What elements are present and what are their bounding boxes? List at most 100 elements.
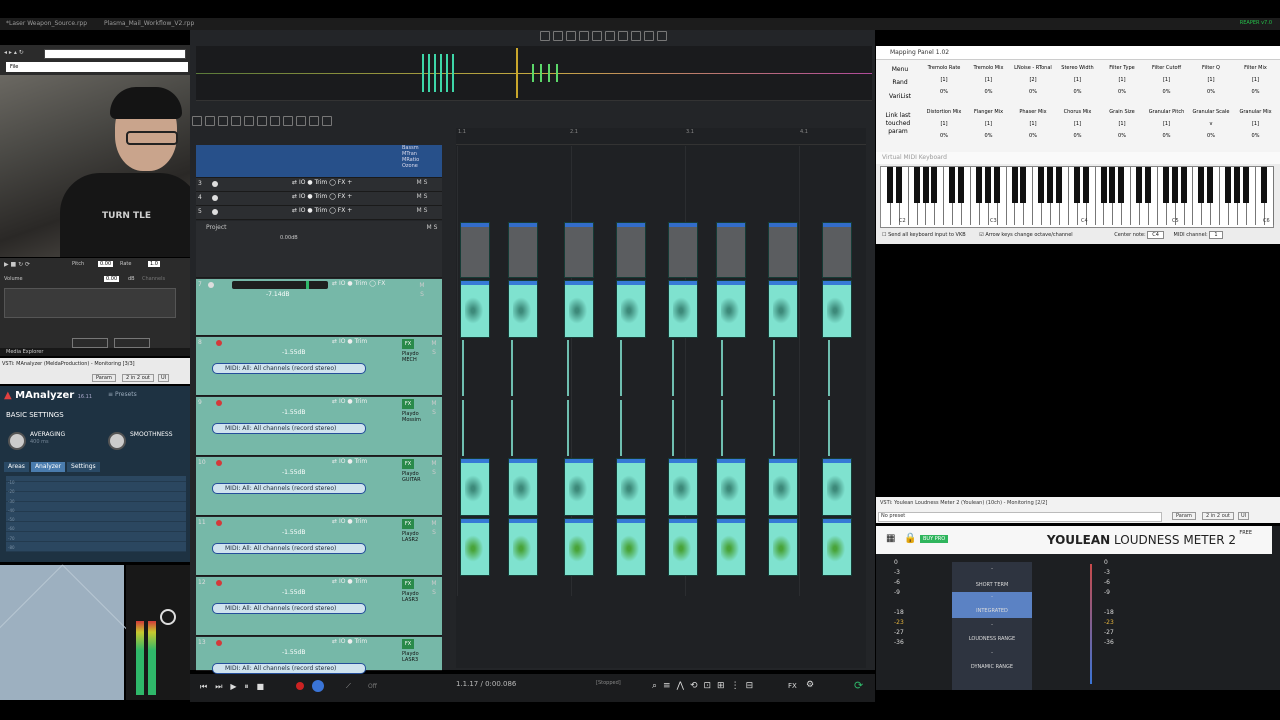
tab-settings[interactable]: Settings [67, 462, 100, 472]
mapping-param[interactable]: Tremolo Mix [1] 0% [967, 62, 1011, 98]
mute-solo[interactable]: M S [416, 192, 428, 201]
tab-analyzer[interactable]: Analyzer [30, 462, 66, 472]
track-folder[interactable]: Bassm MTran MRatio Ozone [196, 145, 442, 178]
youlean-param-button[interactable]: Param [1172, 512, 1196, 520]
youlean-io-button[interactable]: 2 in 2 out [1202, 512, 1234, 520]
track-9[interactable]: 9 -1.55dB ⇄ IO ● Trim MIDI: All: All cha… [196, 397, 442, 456]
mapping-param[interactable]: Flanger Mix [1] 0% [967, 106, 1011, 142]
media-item[interactable] [567, 340, 569, 396]
automation-icon[interactable]: ⟋ [346, 682, 351, 691]
overview-strip[interactable] [196, 46, 872, 101]
media-item[interactable] [822, 458, 852, 516]
track-8[interactable]: 8 -1.55dB ⇄ IO ● Trim MIDI: All: All cha… [196, 337, 442, 396]
averaging-knob[interactable] [8, 432, 26, 450]
fx-button[interactable]: FX [402, 639, 414, 649]
media-item[interactable] [720, 400, 723, 456]
pitch-input[interactable]: 0.00 [98, 261, 114, 267]
waveform-preview[interactable] [4, 288, 176, 318]
media-item[interactable] [619, 400, 622, 456]
midi-input-select[interactable]: MIDI: All: All channels (record stereo) [212, 543, 366, 554]
track-buttons[interactable]: ⇄ IO ● Trim ◯ FX + [292, 193, 352, 200]
track-buttons[interactable]: ⇄ IO ● Trim [332, 338, 367, 345]
volume-input[interactable]: 0.00 [104, 276, 120, 282]
mapping-param[interactable]: Filter Mix [1] 0% [1234, 62, 1278, 98]
tab-areas[interactable]: Areas [4, 462, 29, 472]
youlean-ui-button[interactable]: UI [1238, 512, 1250, 520]
tcp-tool-2-icon[interactable] [205, 116, 215, 126]
refresh-icon[interactable]: ⟳ [854, 679, 863, 692]
mapping-param[interactable]: Filter Q [1] 0% [1189, 62, 1233, 98]
media-item[interactable] [460, 222, 490, 278]
timeline-ruler[interactable]: 1.1 2.1 3.1 4.1 [456, 128, 866, 145]
mute-solo[interactable]: MS [428, 459, 440, 477]
track-12[interactable]: 12 -1.55dB ⇄ IO ● Trim MIDI: All: All ch… [196, 577, 442, 636]
settings-icon[interactable] [566, 31, 576, 41]
mute-solo[interactable]: MS [416, 281, 428, 299]
mapping-param[interactable]: Filter Type [1] 0% [1100, 62, 1144, 98]
mapping-param[interactable]: Distortion Mix [1] 0% [922, 106, 966, 142]
fx-button[interactable]: FX [402, 399, 414, 409]
media-item[interactable] [460, 280, 490, 338]
media-item[interactable] [827, 340, 830, 396]
piano-keys[interactable]: C2 C3 C4 C5 C6 [880, 166, 1274, 228]
midi-input-select[interactable]: MIDI: All: All channels (record stereo) [212, 483, 366, 494]
media-item[interactable] [564, 518, 594, 576]
record-arm-button[interactable] [216, 340, 222, 346]
track-buttons[interactable]: ⇄ IO ● Trim ◯ FX [332, 280, 385, 287]
fx-browser-button[interactable]: FX [788, 682, 797, 690]
param-button[interactable]: Param [92, 374, 116, 382]
media-item[interactable] [716, 280, 746, 338]
media-item[interactable] [720, 340, 723, 396]
settings-gear-icon[interactable]: ⚙ [806, 680, 814, 690]
mute-solo[interactable]: MS [428, 519, 440, 537]
arm-button[interactable] [212, 209, 218, 215]
fx-button[interactable]: FX [402, 579, 414, 589]
track-10[interactable]: 10 -1.55dB ⇄ IO ● Trim MIDI: All: All ch… [196, 457, 442, 516]
media-explorer-label[interactable]: Media Explorer [6, 349, 43, 355]
media-item[interactable] [668, 518, 698, 576]
mapping-param[interactable]: LNoise - RTonal [2] 0% [1011, 62, 1055, 98]
media-item[interactable] [619, 340, 622, 396]
track-buttons[interactable]: ⇄ IO ● Trim [332, 518, 367, 525]
mapping-param[interactable]: Phaser Mix [1] 0% [1011, 106, 1055, 142]
midi-input-select[interactable]: MIDI: All: All channels (record stereo) [212, 423, 366, 434]
preset-select[interactable]: No preset [878, 512, 1162, 522]
new-project-icon[interactable] [540, 31, 550, 41]
record-arm-button[interactable] [216, 580, 222, 586]
record-arm-button[interactable] [216, 640, 222, 646]
track-buttons[interactable]: ⇄ IO ● Trim ◯ FX + [292, 207, 352, 214]
snap-icon[interactable] [631, 31, 641, 41]
media-item[interactable] [668, 222, 698, 278]
lock-icon[interactable]: 🔒 [904, 533, 916, 544]
track-row[interactable]: 5 ⇄ IO ● Trim ◯ FX + M S [196, 206, 442, 220]
media-item[interactable] [460, 518, 490, 576]
media-item[interactable] [768, 458, 798, 516]
arrow-keys-checkbox[interactable]: ☑ Arrow keys change octave/channel [979, 232, 1072, 238]
media-item[interactable] [827, 400, 830, 456]
ui-button[interactable]: UI [158, 374, 170, 382]
arm-button[interactable] [212, 181, 218, 187]
center-note-input[interactable]: C4 [1147, 231, 1164, 239]
tcp-tool-11-icon[interactable] [322, 116, 332, 126]
pan-knob[interactable] [160, 609, 176, 625]
transport-buttons[interactable]: ⏮⏭▶⏸■ [200, 682, 272, 692]
track-buttons[interactable]: ⇄ IO ● Trim ◯ FX + [292, 179, 352, 186]
track-7[interactable]: 7 -7.14dB ⇄ IO ● Trim ◯ FX MS [196, 279, 442, 336]
media-item[interactable] [564, 458, 594, 516]
rand-button[interactable]: Rand [878, 79, 922, 86]
tcp-tool-1-icon[interactable] [192, 116, 202, 126]
menu-button[interactable]: Menu [878, 66, 922, 73]
buy-pro-button[interactable]: BUY PRO [920, 535, 949, 543]
media-item[interactable] [510, 400, 513, 456]
media-item[interactable] [768, 280, 798, 338]
mute-solo[interactable]: MS [428, 579, 440, 597]
automation-mode[interactable]: Off [368, 683, 377, 690]
undo-icon[interactable] [579, 31, 589, 41]
arm-button[interactable] [212, 195, 218, 201]
track-13[interactable]: 13 -1.55dB ⇄ IO ● Trim MIDI: All: All ch… [196, 637, 442, 674]
grid-icon[interactable] [644, 31, 654, 41]
tcp-tool-8-icon[interactable] [283, 116, 293, 126]
nav-arrows-icon[interactable]: ◂ ▸ ▴ ↻ [4, 49, 24, 56]
media-item[interactable] [616, 458, 646, 516]
media-item[interactable] [768, 222, 798, 278]
